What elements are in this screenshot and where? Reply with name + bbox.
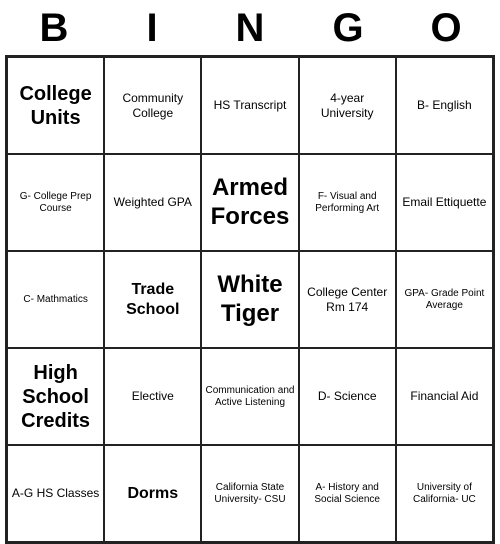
bingo-cell: White Tiger xyxy=(201,251,298,348)
bingo-cell: Elective xyxy=(104,348,201,445)
bingo-cell: High School Credits xyxy=(7,348,104,445)
bingo-cell: California State University- CSU xyxy=(201,445,298,542)
bingo-cell: HS Transcript xyxy=(201,57,298,154)
bingo-cell: A- History and Social Science xyxy=(299,445,396,542)
bingo-title: B I N G O xyxy=(5,0,495,55)
letter-n: N xyxy=(201,6,299,51)
bingo-cell: University of California- UC xyxy=(396,445,493,542)
bingo-cell: D- Science xyxy=(299,348,396,445)
letter-o: O xyxy=(397,6,495,51)
letter-g: G xyxy=(299,6,397,51)
bingo-cell: F- Visual and Performing Art xyxy=(299,154,396,251)
bingo-grid: College UnitsCommunity CollegeHS Transcr… xyxy=(5,55,495,544)
bingo-cell: Email Ettiquette xyxy=(396,154,493,251)
bingo-cell: 4-year University xyxy=(299,57,396,154)
bingo-cell: College Center Rm 174 xyxy=(299,251,396,348)
bingo-cell: C- Mathmatics xyxy=(7,251,104,348)
bingo-cell: Weighted GPA xyxy=(104,154,201,251)
letter-b: B xyxy=(5,6,103,51)
bingo-cell: Financial Aid xyxy=(396,348,493,445)
bingo-cell: Community College xyxy=(104,57,201,154)
bingo-cell: College Units xyxy=(7,57,104,154)
bingo-cell: GPA- Grade Point Average xyxy=(396,251,493,348)
bingo-cell: Dorms xyxy=(104,445,201,542)
bingo-cell: Trade School xyxy=(104,251,201,348)
bingo-cell: Armed Forces xyxy=(201,154,298,251)
bingo-cell: B- English xyxy=(396,57,493,154)
letter-i: I xyxy=(103,6,201,51)
bingo-cell: Communication and Active Listening xyxy=(201,348,298,445)
bingo-cell: G- College Prep Course xyxy=(7,154,104,251)
bingo-cell: A-G HS Classes xyxy=(7,445,104,542)
